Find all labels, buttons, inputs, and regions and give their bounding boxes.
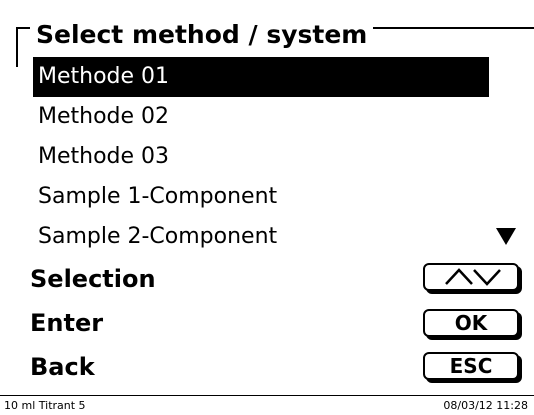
up-down-arrows-key[interactable] bbox=[423, 263, 519, 291]
scroll-down-triangle-icon bbox=[496, 228, 516, 245]
frame-left-border bbox=[16, 27, 18, 67]
list-item-methode-03[interactable]: Methode 03 bbox=[33, 137, 489, 177]
list-item-methode-02[interactable]: Methode 02 bbox=[33, 97, 489, 137]
back-label: Back bbox=[30, 353, 95, 381]
esc-key[interactable]: ESC bbox=[423, 352, 519, 380]
status-datetime: 08/03/12 11:28 bbox=[443, 399, 528, 412]
ok-key[interactable]: OK bbox=[423, 309, 519, 337]
list-item-sample-1-component[interactable]: Sample 1-Component bbox=[33, 177, 489, 217]
status-bar: 10 ml Titrant 5 08/03/12 11:28 bbox=[0, 395, 534, 415]
up-down-arrows-icon bbox=[445, 268, 501, 286]
list-item-sample-2-component[interactable]: Sample 2-Component bbox=[33, 217, 489, 257]
dialog-title: Select method / system bbox=[30, 20, 374, 50]
status-titrant: 10 ml Titrant 5 bbox=[4, 399, 86, 412]
selection-label: Selection bbox=[30, 265, 156, 293]
enter-label: Enter bbox=[30, 309, 104, 337]
list-item-methode-01[interactable]: Methode 01 bbox=[33, 57, 489, 97]
